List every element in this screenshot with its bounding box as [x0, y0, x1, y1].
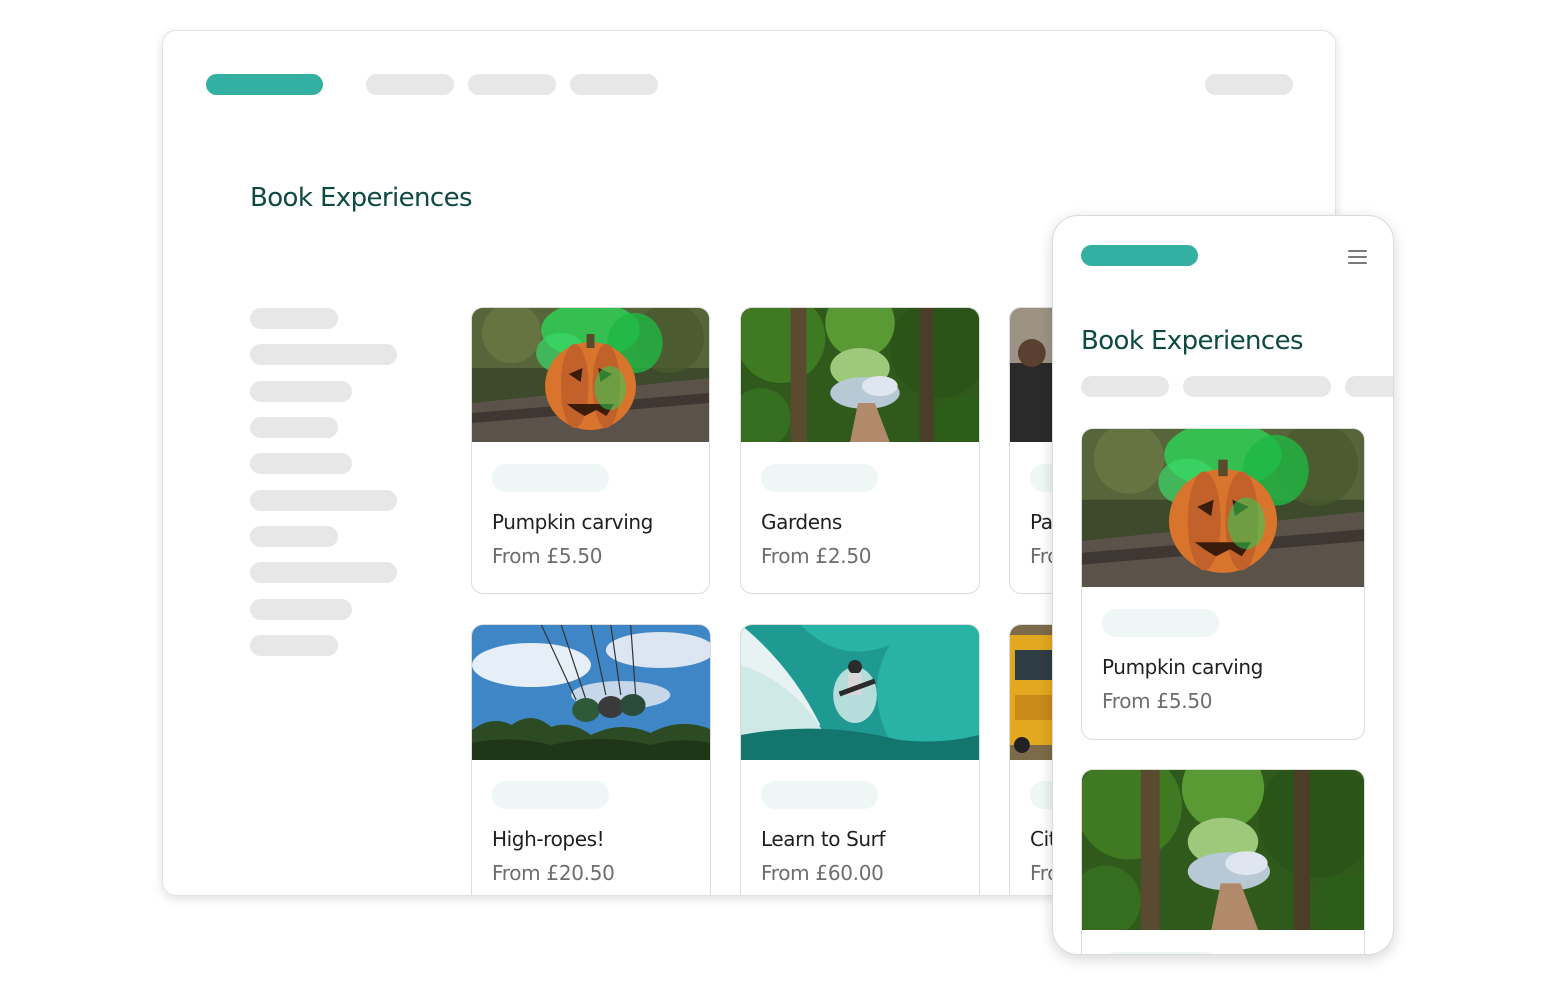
- account-nav-item[interactable]: [1205, 74, 1293, 95]
- sidebar-filter-item[interactable]: [250, 526, 338, 547]
- sidebar-filter-item[interactable]: [250, 490, 397, 511]
- mobile-page-title: Book Experiences: [1081, 326, 1304, 356]
- nav-item-2[interactable]: [468, 74, 556, 95]
- mobile-experience-card-gardens[interactable]: [1081, 769, 1365, 954]
- mobile-experience-card-pumpkin-carving[interactable]: Pumpkin carving From £5.50: [1081, 428, 1365, 740]
- card-title: Pumpkin carving: [492, 510, 653, 534]
- garden-photo: [1082, 770, 1364, 930]
- sidebar-filter-item[interactable]: [250, 417, 338, 438]
- sidebar-filter-item[interactable]: [250, 453, 352, 474]
- category-tag: [1102, 609, 1219, 637]
- sidebar-filter-item[interactable]: [250, 635, 338, 656]
- experience-card-learn-to-surf[interactable]: Learn to Surf From £60.00: [740, 624, 980, 895]
- mobile-phone-frame: Book Experiences Pumpkin carving From £5…: [1052, 215, 1394, 955]
- experience-card-gardens[interactable]: Gardens From £2.50: [740, 307, 980, 594]
- card-price: From £20.50: [492, 861, 615, 885]
- nav-item-3[interactable]: [570, 74, 658, 95]
- card-price: From £60.00: [761, 861, 884, 885]
- category-tag: [492, 464, 609, 492]
- category-tag: [1102, 952, 1219, 954]
- sidebar-filter-item[interactable]: [250, 562, 397, 583]
- card-title: Pumpkin carving: [1102, 655, 1263, 679]
- mobile-logo-placeholder[interactable]: [1081, 245, 1198, 266]
- sidebar-filter-item[interactable]: [250, 344, 397, 365]
- card-title: Pa: [1030, 510, 1053, 534]
- garden-photo: [741, 308, 979, 442]
- high-ropes-photo: [472, 625, 710, 760]
- sidebar-filter-item[interactable]: [250, 308, 338, 329]
- card-price: From £5.50: [1102, 689, 1213, 713]
- surf-photo: [741, 625, 979, 760]
- page-title: Book Experiences: [250, 183, 473, 213]
- mobile-filter-chip[interactable]: [1081, 376, 1169, 397]
- category-tag: [761, 781, 878, 809]
- experience-card-high-ropes[interactable]: High-ropes! From £20.50: [471, 624, 711, 895]
- logo-placeholder[interactable]: [206, 74, 323, 95]
- card-title: High-ropes!: [492, 827, 605, 851]
- mobile-filter-chip[interactable]: [1345, 376, 1393, 397]
- card-price: From £2.50: [761, 544, 872, 568]
- pumpkin-photo: [472, 308, 709, 442]
- hamburger-menu-icon[interactable]: [1347, 248, 1369, 266]
- nav-item-1[interactable]: [366, 74, 454, 95]
- card-title: Learn to Surf: [761, 827, 886, 851]
- card-title: Gardens: [761, 510, 842, 534]
- experience-card-pumpkin-carving[interactable]: Pumpkin carving From £5.50: [471, 307, 710, 594]
- sidebar-filter-item[interactable]: [250, 381, 352, 402]
- pumpkin-photo: [1082, 429, 1364, 587]
- category-tag: [492, 781, 609, 809]
- mobile-filter-chip[interactable]: [1183, 376, 1331, 397]
- category-tag: [761, 464, 878, 492]
- card-price: From £5.50: [492, 544, 603, 568]
- sidebar-filter-item[interactable]: [250, 599, 352, 620]
